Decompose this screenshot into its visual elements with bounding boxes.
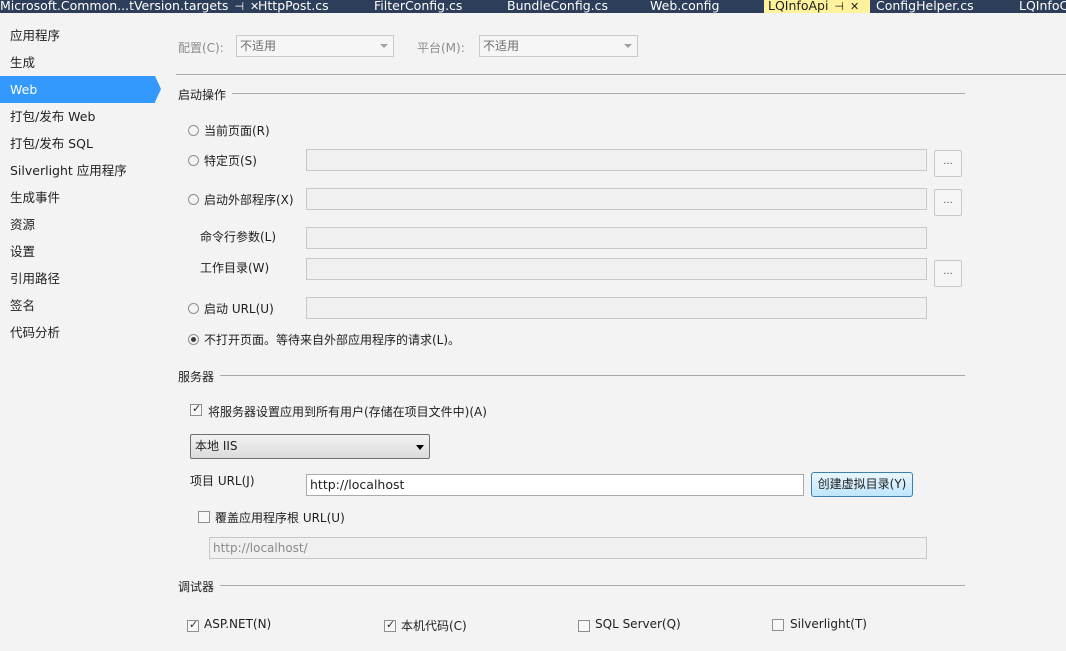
sidebar-item-package-sql[interactable]: 打包/发布 SQL [0, 130, 157, 157]
tab-label: LQInfoC [1019, 0, 1066, 13]
config-value: 不适用 [240, 39, 277, 53]
sidebar-item-settings[interactable]: 设置 [0, 238, 157, 265]
sidebar-item-code-analysis[interactable]: 代码分析 [0, 319, 157, 346]
apply-all-users-label[interactable]: 将服务器设置应用到所有用户(存储在项目文件中)(A) [208, 403, 487, 420]
sidebar-item-reference-paths[interactable]: 引用路径 [0, 265, 157, 292]
checkmark-icon: ✓ [189, 618, 199, 631]
sidebar-item-silverlight[interactable]: Silverlight 应用程序 [0, 157, 157, 184]
sidebar-item-application[interactable]: 应用程序 [0, 22, 157, 49]
tab-filterconfig[interactable]: FilterConfig.cs [374, 0, 462, 13]
tab-label: Microsoft.Common...tVersion.targets [0, 0, 229, 13]
start-url-input[interactable] [306, 297, 927, 319]
tab-lqinfoapi[interactable]: LQInfoApi ⊣ ✕ [764, 0, 870, 13]
working-dir-browse-button[interactable]: ... [934, 260, 962, 287]
sidebar-item-resources[interactable]: 资源 [0, 211, 157, 238]
sql-server-debugger-label[interactable]: SQL Server(Q) [595, 617, 681, 631]
native-code-debugger-label[interactable]: 本机代码(C) [401, 617, 467, 634]
start-action-divider [178, 93, 965, 94]
specific-page-browse-button[interactable]: ... [934, 150, 962, 177]
sidebar-item-package-web[interactable]: 打包/发布 Web [0, 103, 157, 130]
working-dir-input[interactable] [306, 258, 927, 280]
config-label: 配置(C): [178, 41, 224, 55]
server-type-value: 本地 IIS [195, 439, 238, 453]
property-pages-sidebar: 应用程序 生成 Web 打包/发布 Web 打包/发布 SQL Silverli… [0, 13, 161, 651]
tab-label: HttpPost.cs [258, 0, 329, 13]
checkmark-icon: ✓ [192, 402, 202, 415]
native-code-debugger-checkbox[interactable]: ✓ [384, 618, 396, 632]
platform-label: 平台(M): [417, 41, 465, 55]
cmd-args-label: 命令行参数(L) [200, 230, 277, 244]
tab-httppost[interactable]: HttpPost.cs [258, 0, 329, 13]
tab-label: Web.config [650, 0, 720, 13]
current-page-radio[interactable] [188, 125, 199, 136]
checkmark-icon: ✓ [386, 618, 396, 631]
tab-web-config[interactable]: Web.config [650, 0, 719, 13]
override-root-url-checkbox[interactable] [198, 511, 210, 523]
external-program-label[interactable]: 启动外部程序(X) [204, 191, 294, 208]
specific-page-input[interactable] [306, 149, 927, 171]
chevron-down-icon [380, 44, 388, 48]
sidebar-item-label: Web [10, 82, 38, 97]
tab-bundleconfig[interactable]: BundleConfig.cs [507, 0, 608, 13]
sidebar-item-build[interactable]: 生成 [0, 49, 157, 76]
top-divider [176, 74, 1066, 75]
apply-all-users-checkbox[interactable]: ✓ [190, 402, 202, 416]
active-indicator-arrow [155, 76, 161, 102]
chevron-down-icon [624, 44, 632, 48]
silverlight-debugger-label[interactable]: Silverlight(T) [790, 617, 867, 631]
start-url-label[interactable]: 启动 URL(U) [204, 300, 274, 317]
create-virtual-directory-button[interactable]: 创建虚拟目录(Y) [811, 472, 913, 497]
sidebar-item-web[interactable]: Web [0, 76, 161, 103]
current-page-label[interactable]: 当前页面(R) [204, 122, 270, 139]
close-icon[interactable]: ✕ [850, 0, 859, 13]
chevron-down-icon [416, 445, 424, 450]
aspnet-debugger-label[interactable]: ASP.NET(N) [204, 617, 271, 631]
tab-label: BundleConfig.cs [507, 0, 608, 13]
project-url-label: 项目 URL(J) [190, 474, 255, 488]
platform-combobox[interactable]: 不适用 [479, 35, 638, 57]
debuggers-divider [178, 585, 965, 586]
override-root-url-label[interactable]: 覆盖应用程序根 URL(U) [215, 509, 345, 526]
specific-page-label[interactable]: 特定页(S) [204, 152, 257, 169]
tab-microsoft-common-targets[interactable]: Microsoft.Common...tVersion.targets ⊣ ✕ [0, 0, 259, 13]
start-url-radio[interactable] [188, 303, 199, 314]
sidebar-item-build-events[interactable]: 生成事件 [0, 184, 157, 211]
debuggers-title: 调试器 [178, 578, 221, 595]
pin-icon[interactable]: ⊣ [834, 0, 844, 13]
tab-label: FilterConfig.cs [374, 0, 463, 13]
working-dir-label: 工作目录(W) [200, 261, 270, 275]
cmd-args-input[interactable] [306, 227, 927, 249]
sidebar-item-signing[interactable]: 签名 [0, 292, 157, 319]
tab-label: ConfigHelper.cs [876, 0, 974, 13]
override-root-url-input[interactable]: http://localhost/ [209, 537, 927, 559]
platform-value: 不适用 [483, 39, 520, 53]
dont-open-page-radio[interactable] [188, 334, 199, 345]
tab-lqinfoc[interactable]: LQInfoC [1019, 0, 1066, 13]
servers-title: 服务器 [178, 368, 221, 385]
server-type-dropdown[interactable]: 本地 IIS [190, 434, 430, 459]
servers-divider [178, 375, 965, 376]
tab-confighelper[interactable]: ConfigHelper.cs [876, 0, 974, 13]
external-program-browse-button[interactable]: ... [934, 189, 962, 216]
silverlight-debugger-checkbox[interactable] [772, 619, 784, 631]
document-tab-strip: Microsoft.Common...tVersion.targets ⊣ ✕ Ht… [0, 0, 1066, 13]
dont-open-page-label[interactable]: 不打开页面。等待来自外部应用程序的请求(L)。 [204, 331, 460, 348]
external-program-radio[interactable] [188, 194, 199, 205]
sql-server-debugger-checkbox[interactable] [578, 620, 590, 632]
config-combobox[interactable]: 不适用 [236, 35, 394, 57]
tab-label: LQInfoApi [768, 0, 829, 13]
specific-page-radio[interactable] [188, 155, 199, 166]
aspnet-debugger-checkbox[interactable]: ✓ [187, 618, 199, 632]
pin-icon[interactable]: ⊣ [234, 0, 244, 13]
project-url-input[interactable]: http://localhost [306, 474, 804, 496]
external-program-input[interactable] [306, 188, 927, 210]
start-action-title: 启动操作 [178, 86, 233, 103]
